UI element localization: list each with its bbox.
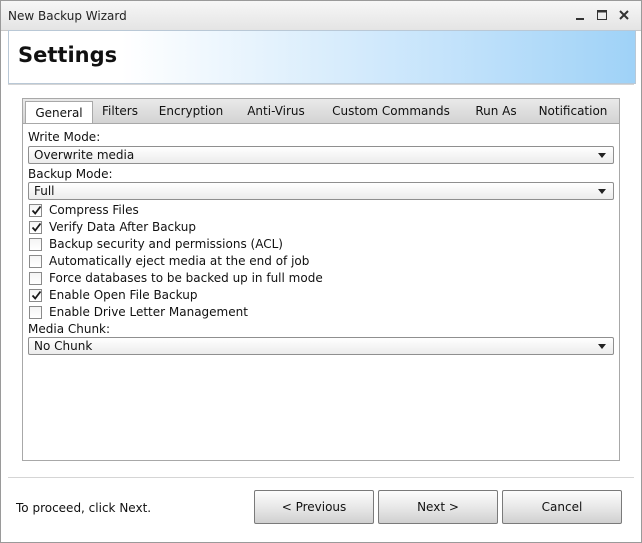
backup-acl-checkbox[interactable] bbox=[29, 238, 42, 251]
media-chunk-select[interactable]: No Chunk bbox=[28, 337, 614, 355]
maximize-icon[interactable] bbox=[595, 8, 609, 22]
minimize-icon[interactable] bbox=[573, 8, 587, 22]
check-mark-icon bbox=[31, 290, 42, 300]
force-full-db-checkbox[interactable] bbox=[29, 272, 42, 285]
write-mode-select[interactable]: Overwrite media bbox=[28, 146, 614, 164]
footer-hint: To proceed, click Next. bbox=[16, 501, 152, 515]
title-bar[interactable]: New Backup Wizard bbox=[1, 1, 641, 31]
cancel-button[interactable]: Cancel bbox=[502, 490, 622, 524]
write-mode-label: Write Mode: bbox=[28, 130, 101, 144]
eject-media-label: Automatically eject media at the end of … bbox=[49, 254, 310, 268]
drive-letter-label: Enable Drive Letter Management bbox=[49, 305, 248, 319]
force-full-db-label: Force databases to be backed up in full … bbox=[49, 271, 323, 285]
compress-files-checkbox[interactable] bbox=[29, 204, 42, 217]
backup-mode-label: Backup Mode: bbox=[28, 167, 113, 181]
tab-filters[interactable]: Filters bbox=[95, 99, 145, 123]
write-mode-value: Overwrite media bbox=[34, 148, 135, 162]
tab-encryption[interactable]: Encryption bbox=[153, 99, 229, 123]
header-divider bbox=[8, 84, 634, 85]
window-title: New Backup Wizard bbox=[8, 9, 127, 23]
compress-files-label: Compress Files bbox=[49, 203, 139, 217]
general-tab-panel: Write Mode: Overwrite media Backup Mode:… bbox=[22, 123, 620, 461]
tab-anti-virus[interactable]: Anti-Virus bbox=[239, 99, 313, 123]
backup-acl-label: Backup security and permissions (ACL) bbox=[49, 237, 283, 251]
page-title: Settings bbox=[18, 43, 118, 67]
wizard-window: New Backup Wizard Settings General Filte… bbox=[0, 0, 642, 543]
tab-notification[interactable]: Notification bbox=[533, 99, 613, 123]
settings-tab-control: General Filters Encryption Anti-Virus Cu… bbox=[22, 98, 620, 461]
tab-run-as[interactable]: Run As bbox=[469, 99, 523, 123]
chevron-down-icon bbox=[598, 344, 606, 349]
chevron-down-icon bbox=[598, 153, 606, 158]
check-mark-icon bbox=[31, 222, 42, 232]
check-mark-icon bbox=[31, 205, 42, 215]
tab-strip: General Filters Encryption Anti-Virus Cu… bbox=[22, 98, 620, 126]
previous-button[interactable]: < Previous bbox=[254, 490, 374, 524]
verify-data-checkbox[interactable] bbox=[29, 221, 42, 234]
drive-letter-checkbox[interactable] bbox=[29, 306, 42, 319]
backup-mode-select[interactable]: Full bbox=[28, 182, 614, 200]
next-button[interactable]: Next > bbox=[378, 490, 498, 524]
open-file-backup-checkbox[interactable] bbox=[29, 289, 42, 302]
media-chunk-value: No Chunk bbox=[34, 339, 93, 353]
header-banner: Settings bbox=[8, 30, 636, 84]
eject-media-checkbox[interactable] bbox=[29, 255, 42, 268]
close-icon[interactable] bbox=[617, 8, 631, 22]
media-chunk-label: Media Chunk: bbox=[28, 322, 111, 336]
backup-mode-value: Full bbox=[34, 184, 55, 198]
chevron-down-icon bbox=[598, 189, 606, 194]
verify-data-label: Verify Data After Backup bbox=[49, 220, 196, 234]
footer-divider bbox=[8, 477, 634, 478]
open-file-backup-label: Enable Open File Backup bbox=[49, 288, 198, 302]
tab-custom-commands[interactable]: Custom Commands bbox=[327, 99, 455, 123]
